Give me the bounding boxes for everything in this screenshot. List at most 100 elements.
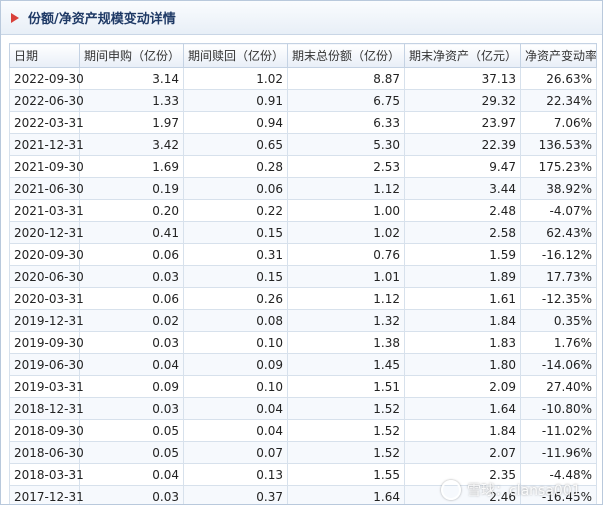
cell-change-rate: -14.06%	[520, 353, 597, 376]
cell-net-assets: 1.84	[404, 309, 521, 332]
cell-redemption: 0.91	[183, 89, 288, 112]
cell-net-assets: 1.80	[404, 353, 521, 376]
cell-redemption: 0.10	[183, 331, 288, 354]
cell-net-assets: 2.09	[404, 375, 521, 398]
cell-date: 2019-03-31	[9, 375, 84, 398]
cell-redemption: 0.13	[183, 463, 288, 486]
cell-date: 2018-03-31	[9, 463, 84, 486]
share-change-table: 日期 期间申购（亿份） 期间赎回（亿份） 期末总份额（亿份） 期末净资产（亿元）…	[9, 43, 597, 504]
col-header-net-assets[interactable]: 期末净资产（亿元）	[404, 43, 521, 68]
cell-subscription: 1.69	[79, 155, 184, 178]
col-header-date[interactable]: 日期	[9, 43, 80, 68]
cell-total-shares: 1.12	[287, 177, 405, 200]
cell-subscription: 0.05	[79, 441, 184, 464]
cell-redemption: 0.22	[183, 199, 288, 222]
cell-subscription: 3.42	[79, 133, 184, 156]
cell-change-rate: -16.12%	[520, 243, 597, 266]
cell-net-assets: 1.84	[404, 419, 521, 442]
table-row: 2021-12-31 3.42 0.65 5.30 22.39 136.53%	[9, 133, 597, 156]
cell-change-rate: -4.07%	[520, 199, 597, 222]
cell-redemption: 0.15	[183, 221, 288, 244]
cell-net-assets: 37.13	[404, 67, 521, 90]
cell-change-rate: 0.35%	[520, 309, 597, 332]
cell-change-rate: 27.40%	[520, 375, 597, 398]
cell-subscription: 0.03	[79, 397, 184, 420]
table-row: 2019-12-31 0.02 0.08 1.32 1.84 0.35%	[9, 309, 597, 332]
cell-change-rate: 17.73%	[520, 265, 597, 288]
cell-change-rate: 26.63%	[520, 67, 597, 90]
cell-change-rate: 22.34%	[520, 89, 597, 112]
cell-change-rate: 62.43%	[520, 221, 597, 244]
table-row: 2019-09-30 0.03 0.10 1.38 1.83 1.76%	[9, 331, 597, 354]
cell-subscription: 0.04	[79, 353, 184, 376]
cell-redemption: 0.94	[183, 111, 288, 134]
cell-net-assets: 9.47	[404, 155, 521, 178]
cell-redemption: 1.02	[183, 67, 288, 90]
cell-change-rate: -12.35%	[520, 287, 597, 310]
cell-redemption: 0.37	[183, 485, 288, 504]
table-row: 2021-06-30 0.19 0.06 1.12 3.44 38.92%	[9, 177, 597, 200]
cell-net-assets: 2.07	[404, 441, 521, 464]
table-row: 2021-03-31 0.20 0.22 1.00 2.48 -4.07%	[9, 199, 597, 222]
col-header-total-shares[interactable]: 期末总份额（亿份）	[287, 43, 405, 68]
cell-redemption: 0.26	[183, 287, 288, 310]
cell-total-shares: 1.45	[287, 353, 405, 376]
cell-date: 2022-03-31	[9, 111, 84, 134]
cell-date: 2020-09-30	[9, 243, 84, 266]
table-row: 2020-09-30 0.06 0.31 0.76 1.59 -16.12%	[9, 243, 597, 266]
cell-subscription: 0.03	[79, 485, 184, 504]
cell-date: 2019-06-30	[9, 353, 84, 376]
red-triangle-bullet-icon	[11, 12, 21, 23]
cell-net-assets: 2.48	[404, 199, 521, 222]
cell-date: 2019-09-30	[9, 331, 84, 354]
cell-redemption: 0.08	[183, 309, 288, 332]
cell-date: 2020-03-31	[9, 287, 84, 310]
cell-total-shares: 1.00	[287, 199, 405, 222]
cell-change-rate: -11.02%	[520, 419, 597, 442]
cell-date: 2020-06-30	[9, 265, 84, 288]
cell-total-shares: 8.87	[287, 67, 405, 90]
table-row: 2022-09-30 3.14 1.02 8.87 37.13 26.63%	[9, 67, 597, 90]
xueqiu-logo-icon	[441, 480, 461, 500]
col-header-subscription[interactable]: 期间申购（亿份）	[79, 43, 184, 68]
panel-header: 份额/净资产规模变动详情	[1, 1, 602, 35]
cell-total-shares: 6.75	[287, 89, 405, 112]
cell-date: 2017-12-31	[9, 485, 84, 504]
cell-total-shares: 1.02	[287, 221, 405, 244]
cell-change-rate: 7.06%	[520, 111, 597, 134]
cell-total-shares: 1.01	[287, 265, 405, 288]
cell-net-assets: 1.83	[404, 331, 521, 354]
cell-change-rate: 1.76%	[520, 331, 597, 354]
table-row: 2018-06-30 0.05 0.07 1.52 2.07 -11.96%	[9, 441, 597, 464]
cell-date: 2022-09-30	[9, 67, 84, 90]
table-row: 2021-09-30 1.69 0.28 2.53 9.47 175.23%	[9, 155, 597, 178]
cell-net-assets: 2.58	[404, 221, 521, 244]
table-row: 2018-12-31 0.03 0.04 1.52 1.64 -10.80%	[9, 397, 597, 420]
col-header-redemption[interactable]: 期间赎回（亿份）	[183, 43, 288, 68]
watermark-text: 雪球：clansa001	[467, 483, 581, 499]
table-row: 2020-03-31 0.06 0.26 1.12 1.61 -12.35%	[9, 287, 597, 310]
cell-date: 2018-12-31	[9, 397, 84, 420]
cell-total-shares: 1.52	[287, 441, 405, 464]
cell-subscription: 0.06	[79, 287, 184, 310]
cell-total-shares: 1.32	[287, 309, 405, 332]
cell-subscription: 1.97	[79, 111, 184, 134]
cell-change-rate: 136.53%	[520, 133, 597, 156]
cell-subscription: 3.14	[79, 67, 184, 90]
cell-net-assets: 1.61	[404, 287, 521, 310]
table-row: 2020-06-30 0.03 0.15 1.01 1.89 17.73%	[9, 265, 597, 288]
cell-redemption: 0.28	[183, 155, 288, 178]
cell-date: 2022-06-30	[9, 89, 84, 112]
cell-net-assets: 23.97	[404, 111, 521, 134]
col-header-change-rate[interactable]: 净资产变动率	[520, 43, 597, 68]
cell-redemption: 0.06	[183, 177, 288, 200]
cell-net-assets: 1.59	[404, 243, 521, 266]
cell-redemption: 0.09	[183, 353, 288, 376]
table-row: 2019-06-30 0.04 0.09 1.45 1.80 -14.06%	[9, 353, 597, 376]
cell-subscription: 0.06	[79, 243, 184, 266]
cell-date: 2021-03-31	[9, 199, 84, 222]
cell-date: 2021-09-30	[9, 155, 84, 178]
cell-redemption: 0.04	[183, 419, 288, 442]
cell-date: 2019-12-31	[9, 309, 84, 332]
cell-date: 2020-12-31	[9, 221, 84, 244]
